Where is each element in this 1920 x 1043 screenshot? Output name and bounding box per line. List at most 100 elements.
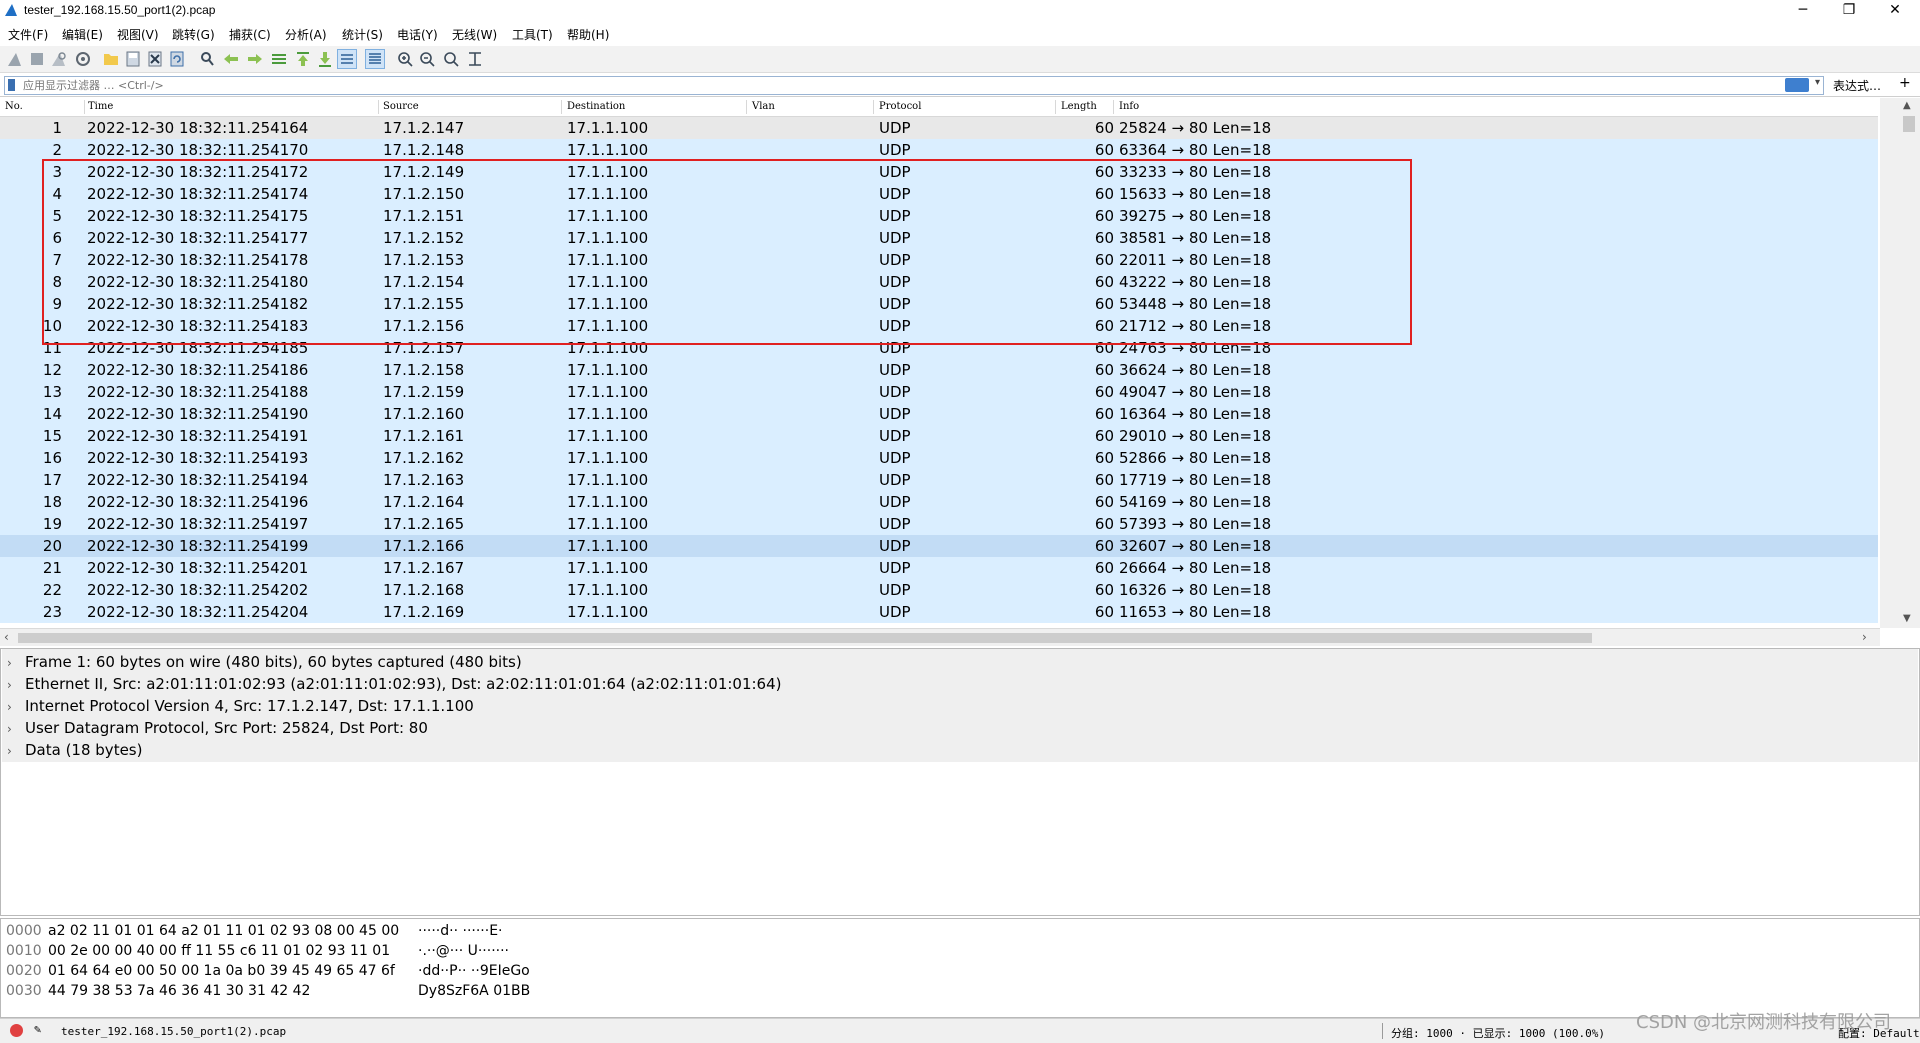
chevron-right-icon[interactable]: › [7, 656, 25, 670]
apply-filter-arrow-icon[interactable] [1785, 78, 1809, 92]
menu-go[interactable]: 跳转(G) [172, 26, 215, 43]
column-divider[interactable] [746, 100, 747, 114]
bytes-row[interactable]: 0010 00 2e 00 00 40 00 ff 11 55 c6 11 01 … [6, 943, 509, 963]
packet-row[interactable]: 2 2022-12-30 18:32:11.254170 17.1.2.148 17.… [0, 139, 1878, 161]
packet-row[interactable]: 1 2022-12-30 18:32:11.254164 17.1.2.147 17.… [0, 117, 1878, 139]
bytes-row[interactable]: 0030 44 79 38 53 7a 46 36 41 30 31 42 42 D… [6, 983, 530, 1003]
column-header-no[interactable]: No. [5, 101, 23, 115]
normal-size-icon[interactable] [442, 50, 460, 68]
scroll-left-icon[interactable]: ‹ [4, 630, 9, 644]
scroll-right-icon[interactable]: › [1862, 630, 1867, 644]
hscroll-thumb[interactable] [18, 633, 1592, 643]
expression-button[interactable]: 表达式… [1833, 77, 1881, 94]
column-header-source[interactable]: Source [383, 101, 419, 115]
last-packet-icon[interactable] [316, 50, 334, 68]
minimize-button[interactable]: ─ [1780, 0, 1826, 22]
reload-icon[interactable] [168, 50, 186, 68]
zoom-out-icon[interactable] [418, 50, 436, 68]
filter-history-dropdown-icon[interactable]: ▾ [1815, 77, 1820, 88]
column-header-protocol[interactable]: Protocol [879, 101, 921, 115]
packet-row[interactable]: 10 2022-12-30 18:32:11.254183 17.1.2.156 17… [0, 315, 1878, 337]
column-divider[interactable] [1113, 100, 1114, 114]
chevron-right-icon[interactable]: › [7, 700, 25, 714]
column-divider[interactable] [378, 100, 379, 114]
add-filter-button[interactable]: + [1899, 75, 1911, 91]
close-file-icon[interactable] [146, 50, 164, 68]
packet-row[interactable]: 23 2022-12-30 18:32:11.254204 17.1.2.169 17… [0, 601, 1878, 623]
column-header-info[interactable]: Info [1119, 101, 1139, 115]
stop-square-icon[interactable] [28, 50, 46, 68]
scroll-down-icon[interactable]: ▼ [1903, 613, 1911, 624]
bytes-row[interactable]: 0020 01 64 64 e0 00 50 00 1a 0a b0 39 45 … [6, 963, 530, 983]
packet-row[interactable]: 13 2022-12-30 18:32:11.254188 17.1.2.159 17… [0, 381, 1878, 403]
packet-row[interactable]: 19 2022-12-30 18:32:11.254197 17.1.2.165 17… [0, 513, 1878, 535]
packet-row[interactable]: 7 2022-12-30 18:32:11.254178 17.1.2.153 17.… [0, 249, 1878, 271]
packet-row[interactable]: 15 2022-12-30 18:32:11.254191 17.1.2.161 17… [0, 425, 1878, 447]
packet-row[interactable]: 17 2022-12-30 18:32:11.254194 17.1.2.163 17… [0, 469, 1878, 491]
packet-list-vscrollbar[interactable] [1880, 98, 1920, 628]
shark-fin-start-icon[interactable] [6, 50, 24, 68]
chevron-right-icon[interactable]: › [7, 744, 25, 758]
menu-help[interactable]: 帮助(H) [567, 26, 609, 43]
detail-tree-item[interactable]: › Data (18 bytes) [7, 741, 142, 763]
vscroll-thumb[interactable] [1903, 116, 1915, 132]
detail-tree-item[interactable]: › Internet Protocol Version 4, Src: 17.1.… [7, 697, 474, 719]
restore-button[interactable]: ❐ [1826, 0, 1872, 22]
menu-edit[interactable]: 编辑(E) [62, 26, 103, 43]
menu-statistics[interactable]: 统计(S) [342, 26, 383, 43]
expert-info-status-icon[interactable] [10, 1024, 23, 1037]
find-magnifier-icon[interactable] [198, 50, 216, 68]
packet-row[interactable]: 18 2022-12-30 18:32:11.254196 17.1.2.164 17… [0, 491, 1878, 513]
packet-list-hscrollbar[interactable]: ‹ › [0, 628, 1880, 646]
packet-row[interactable]: 21 2022-12-30 18:32:11.254201 17.1.2.167 17… [0, 557, 1878, 579]
menu-analyze[interactable]: 分析(A) [285, 26, 327, 43]
forward-arrow-icon[interactable] [246, 50, 264, 68]
menu-capture[interactable]: 捕获(C) [229, 26, 271, 43]
menu-file[interactable]: 文件(F) [8, 26, 48, 43]
detail-tree-item[interactable]: › Frame 1: 60 bytes on wire (480 bits), 6… [7, 653, 522, 675]
packet-row[interactable]: 5 2022-12-30 18:32:11.254175 17.1.2.151 17.… [0, 205, 1878, 227]
detail-tree-item[interactable]: › Ethernet II, Src: a2:01:11:01:02:93 (a2… [7, 675, 782, 697]
column-header-length[interactable]: Length [1061, 101, 1097, 115]
packet-row[interactable]: 11 2022-12-30 18:32:11.254185 17.1.2.157 17… [0, 337, 1878, 359]
column-header-destination[interactable]: Destination [567, 101, 625, 115]
packet-row[interactable]: 22 2022-12-30 18:32:11.254202 17.1.2.168 17… [0, 579, 1878, 601]
packet-row[interactable]: 6 2022-12-30 18:32:11.254177 17.1.2.152 17.… [0, 227, 1878, 249]
packet-row[interactable]: 16 2022-12-30 18:32:11.254193 17.1.2.162 17… [0, 447, 1878, 469]
display-filter-input[interactable] [23, 77, 1773, 94]
column-header-vlan[interactable]: Vlan [752, 101, 775, 115]
column-divider[interactable] [1055, 100, 1056, 114]
colorize-lines-icon[interactable] [365, 49, 385, 69]
edit-comment-icon[interactable]: ✎ [34, 1022, 41, 1036]
menu-view[interactable]: 视图(V) [117, 26, 159, 43]
goto-packet-icon[interactable] [270, 50, 288, 68]
menu-tools[interactable]: 工具(T) [512, 26, 553, 43]
resize-columns-icon[interactable] [466, 50, 484, 68]
packet-row[interactable]: 14 2022-12-30 18:32:11.254190 17.1.2.160 17… [0, 403, 1878, 425]
close-button[interactable]: ✕ [1872, 0, 1918, 22]
autoscroll-icon[interactable] [337, 49, 357, 69]
menu-wireless[interactable]: 无线(W) [452, 26, 497, 43]
column-header-time[interactable]: Time [88, 101, 113, 115]
packet-row[interactable]: 9 2022-12-30 18:32:11.254182 17.1.2.155 17.… [0, 293, 1878, 315]
chevron-right-icon[interactable]: › [7, 722, 25, 736]
back-arrow-icon[interactable] [222, 50, 240, 68]
open-folder-icon[interactable] [102, 50, 120, 68]
save-file-icon[interactable] [124, 50, 142, 68]
packet-row[interactable]: 8 2022-12-30 18:32:11.254180 17.1.2.154 17.… [0, 271, 1878, 293]
packet-row[interactable]: 12 2022-12-30 18:32:11.254186 17.1.2.158 17… [0, 359, 1878, 381]
scroll-up-icon[interactable]: ▲ [1903, 100, 1911, 111]
bookmark-icon[interactable] [8, 79, 15, 91]
packet-row[interactable]: 4 2022-12-30 18:32:11.254174 17.1.2.150 17.… [0, 183, 1878, 205]
first-packet-icon[interactable] [294, 50, 312, 68]
detail-tree-item[interactable]: › User Datagram Protocol, Src Port: 25824… [7, 719, 428, 741]
column-divider[interactable] [561, 100, 562, 114]
zoom-in-icon[interactable] [396, 50, 414, 68]
menu-telephony[interactable]: 电话(Y) [397, 26, 438, 43]
display-filter-field[interactable]: ▾ [4, 76, 1824, 95]
chevron-right-icon[interactable]: › [7, 678, 25, 692]
column-divider[interactable] [84, 100, 85, 114]
bytes-row[interactable]: 0000 a2 02 11 01 01 64 a2 01 11 01 02 93 … [6, 923, 503, 943]
capture-options-gear-icon[interactable] [74, 50, 92, 68]
packet-row-selected[interactable]: 20 2022-12-30 18:32:11.254199 17.1.2.166 17… [0, 535, 1878, 557]
